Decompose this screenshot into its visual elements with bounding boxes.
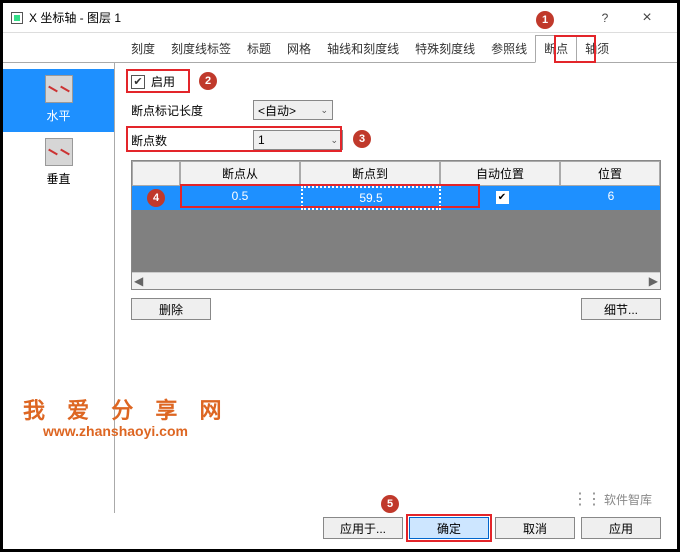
tab-reference[interactable]: 参照线: [483, 36, 535, 62]
badge-3: 3: [353, 130, 371, 148]
apply-to-button[interactable]: 应用于...: [323, 517, 403, 539]
scroll-left-icon[interactable]: ◀: [134, 274, 143, 288]
scroll-right-icon[interactable]: ▶: [649, 274, 658, 288]
sidebar-item-horizontal[interactable]: 水平: [3, 69, 114, 132]
wechat-icon: ⋮⋮: [572, 489, 600, 509]
count-label: 断点数: [131, 132, 241, 149]
brand-text: 软件智库: [604, 491, 652, 508]
dialog-body: 水平 垂直 ✔ 启用 2 断点标记长度 <自动> ⌄: [3, 63, 677, 513]
badge-2: 2: [199, 72, 217, 90]
axis-v-icon: [45, 138, 73, 166]
cell-auto[interactable]: ✔: [442, 186, 562, 210]
badge-4: 4: [147, 189, 165, 207]
tab-rug[interactable]: 轴须: [577, 36, 617, 62]
title-bar: X 坐标轴 - 图层 1 ? ×: [3, 3, 677, 33]
tab-special-ticks[interactable]: 特殊刻度线: [407, 36, 483, 62]
auto-checkbox[interactable]: ✔: [496, 191, 509, 204]
delete-button[interactable]: 删除: [131, 298, 211, 320]
ok-button[interactable]: 确定: [409, 517, 489, 539]
table-empty-area: [132, 210, 660, 272]
th-from: 断点从: [180, 161, 300, 186]
sidebar-item-label: 水平: [3, 107, 114, 124]
watermark-url: www.zhanshaoyi.com: [43, 423, 188, 439]
th-auto: 自动位置: [440, 161, 560, 186]
table-buttons: 删除 细节...: [131, 298, 661, 320]
sidebar-item-label: 垂直: [3, 170, 114, 187]
th-to: 断点到: [300, 161, 440, 186]
cell-from[interactable]: 0.5: [180, 186, 300, 210]
content-pane: ✔ 启用 2 断点标记长度 <自动> ⌄ 断点数 1 ⌄ 3: [115, 63, 677, 513]
marker-len-label: 断点标记长度: [131, 102, 241, 119]
enable-row: ✔ 启用 2: [131, 73, 661, 90]
tab-breaks[interactable]: 断点: [535, 35, 577, 63]
help-button[interactable]: ?: [585, 11, 625, 25]
app-icon: [11, 12, 23, 24]
tab-title[interactable]: 标题: [239, 36, 279, 62]
enable-label: 启用: [151, 73, 175, 90]
watermark-text: 我 爱 分 享 网: [23, 393, 229, 425]
th-blank: [132, 161, 180, 186]
close-button[interactable]: ×: [625, 9, 669, 27]
count-row: 断点数 1 ⌄ 3: [131, 130, 661, 150]
chevron-down-icon: ⌄: [330, 135, 338, 146]
count-value: 1: [258, 133, 265, 147]
axis-h-icon: [45, 75, 73, 103]
badge-1: 1: [536, 11, 554, 29]
cell-to[interactable]: 59.5: [301, 186, 441, 210]
cell-pos[interactable]: 6: [562, 186, 660, 210]
cancel-button[interactable]: 取消: [495, 517, 575, 539]
marker-len-value: <自动>: [258, 102, 296, 119]
chevron-down-icon: ⌄: [320, 105, 328, 116]
tab-tick-labels[interactable]: 刻度线标签: [163, 36, 239, 62]
tab-grid[interactable]: 网格: [279, 36, 319, 62]
brand-watermark: ⋮⋮ 软件智库: [572, 489, 652, 509]
row-index: 4: [132, 186, 180, 210]
tab-bar: 刻度 刻度线标签 标题 网格 轴线和刻度线 特殊刻度线 参照线 断点 轴须: [3, 33, 677, 63]
badge-5: 5: [381, 495, 399, 513]
count-select[interactable]: 1 ⌄: [253, 130, 343, 150]
tab-scale[interactable]: 刻度: [123, 36, 163, 62]
window-title: X 坐标轴 - 图层 1: [29, 9, 585, 26]
h-scrollbar[interactable]: ◀ ▶: [132, 272, 660, 289]
table-row[interactable]: 4 0.5 59.5 ✔ 6: [132, 186, 660, 210]
th-pos: 位置: [560, 161, 660, 186]
marker-len-select[interactable]: <自动> ⌄: [253, 100, 333, 120]
axis-sidebar: 水平 垂直: [3, 63, 115, 513]
apply-button[interactable]: 应用: [581, 517, 661, 539]
dialog-window: X 坐标轴 - 图层 1 ? × 刻度 刻度线标签 标题 网格 轴线和刻度线 特…: [0, 0, 680, 552]
marker-len-row: 断点标记长度 <自动> ⌄: [131, 100, 661, 120]
detail-button[interactable]: 细节...: [581, 298, 661, 320]
tab-line-ticks[interactable]: 轴线和刻度线: [319, 36, 407, 62]
dialog-footer: 应用于... 确定 取消 应用: [3, 512, 677, 544]
sidebar-item-vertical[interactable]: 垂直: [3, 132, 114, 195]
table-header: 断点从 断点到 自动位置 位置: [132, 161, 660, 186]
breaks-table: 断点从 断点到 自动位置 位置 4 0.5 59.5 ✔ 6: [131, 160, 661, 290]
enable-checkbox[interactable]: ✔: [131, 75, 145, 89]
